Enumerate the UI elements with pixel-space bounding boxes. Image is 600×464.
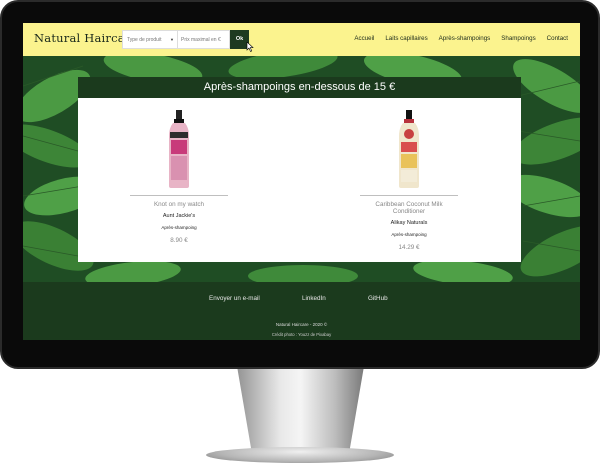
max-price-input[interactable]: Prix maximal en €: [178, 30, 230, 49]
footer-link-github[interactable]: GitHub: [368, 295, 388, 302]
product-type-placeholder: Type de produit: [127, 37, 162, 43]
nav-link-contact[interactable]: Contact: [547, 35, 568, 42]
chevron-down-icon: ▼: [170, 37, 174, 42]
nav-link-shampoings[interactable]: Shampoings: [501, 35, 535, 42]
search-form: Type de produit ▼ Prix maximal en € Ok: [122, 30, 249, 49]
product-price: 14.29 €: [398, 244, 420, 251]
page-title: Après-shampoings en-dessous de 15 €: [78, 77, 521, 98]
nav-link-accueil[interactable]: Accueil: [354, 35, 374, 42]
product-category: Après-shampoing: [391, 232, 427, 237]
product-type-select[interactable]: Type de produit ▼: [122, 30, 178, 49]
nav-link-apres-shampoings[interactable]: Après-shampoings: [439, 35, 491, 42]
footer: Envoyer un e-mail LinkedIn GitHub Natura…: [23, 282, 580, 340]
product-brand: Alikay Naturals: [390, 220, 428, 226]
card-divider: [130, 195, 228, 196]
product-image-caribbean-coconut-milk[interactable]: [397, 110, 421, 188]
product-brand: Aunt Jackie's: [162, 213, 196, 219]
screen: Natural Haircare Type de produit ▼ Prix …: [23, 23, 580, 340]
monitor-stand-neck: [237, 369, 364, 449]
footer-link-linkedin[interactable]: LinkedIn: [302, 295, 326, 302]
max-price-placeholder: Prix maximal en €: [181, 37, 221, 43]
product-image-knot-on-my-watch[interactable]: [167, 110, 191, 188]
product-card[interactable]: Caribbean Coconut Milk Conditioner Alika…: [359, 98, 459, 251]
copyright-text: Natural Haircare - 2020 ©: [275, 322, 328, 327]
footer-link-email[interactable]: Envoyer un e-mail: [209, 295, 260, 302]
nav-link-laits-capillaires[interactable]: Laits capillaires: [385, 35, 427, 42]
navbar: Natural Haircare Type de produit ▼ Prix …: [23, 23, 580, 56]
monitor-stand-base: [206, 447, 394, 463]
photo-credit: Crédit photo : Youzz de Pixabay: [271, 332, 332, 337]
card-divider: [360, 195, 458, 196]
product-name[interactable]: Caribbean Coconut Milk Conditioner: [359, 201, 459, 215]
product-price: 8.90 €: [170, 237, 188, 244]
nav-menu: Accueil Laits capillaires Après-shampoin…: [354, 35, 568, 42]
product-name[interactable]: Knot on my watch: [129, 201, 229, 208]
product-card[interactable]: Knot on my watch Aunt Jackie's Après-sha…: [129, 98, 229, 244]
product-category: Après-shampoing: [161, 225, 197, 230]
mouse-cursor-icon: [246, 42, 254, 52]
products-panel: Knot on my watch Aunt Jackie's Après-sha…: [78, 98, 521, 262]
monitor-frame: Natural Haircare Type de produit ▼ Prix …: [0, 0, 600, 369]
